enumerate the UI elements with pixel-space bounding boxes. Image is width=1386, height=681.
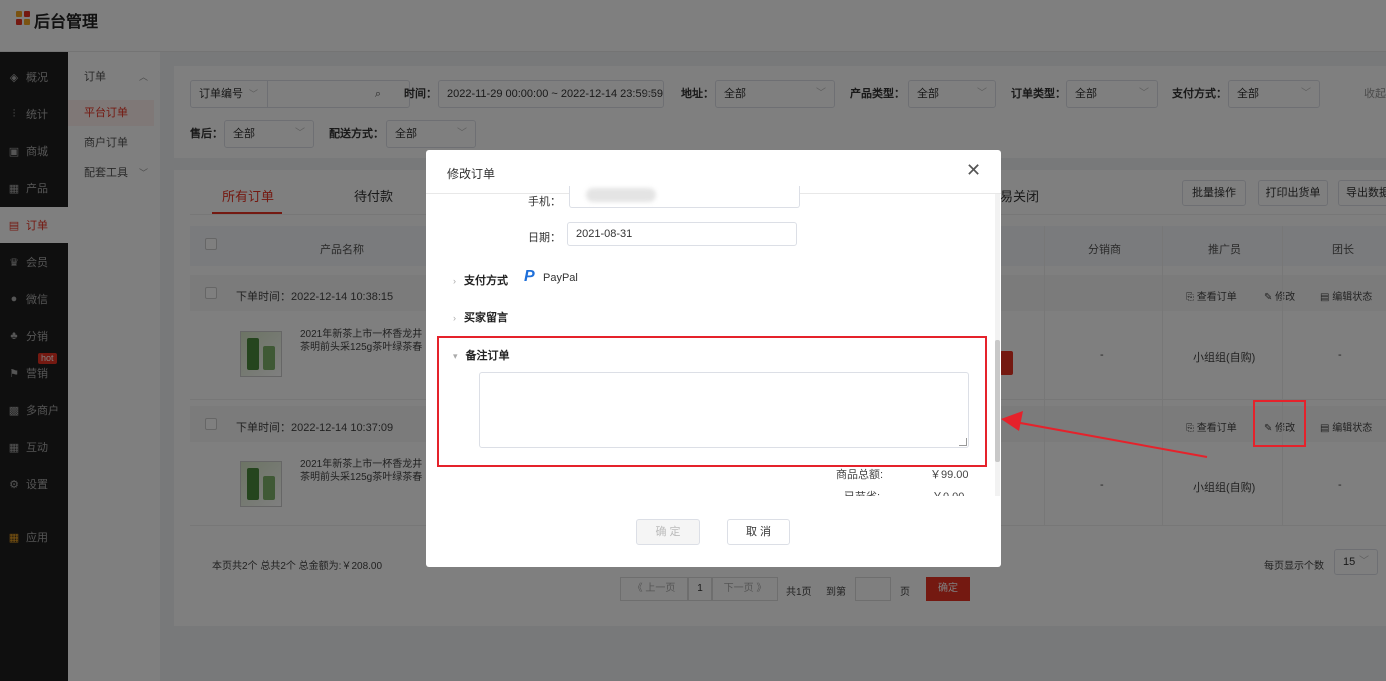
annotation-arrow	[1001, 411, 1208, 458]
date-label: 日期：	[528, 232, 561, 244]
pay-method-section[interactable]: › 支付方式	[453, 272, 508, 288]
chevron-right-icon: ›	[453, 313, 456, 323]
paypal-icon: P	[524, 268, 535, 285]
total-value: ￥99.00	[930, 469, 969, 481]
pay-method-value: PayPal	[543, 272, 578, 284]
modal-title: 修改订单	[447, 167, 496, 181]
phone-label: 手机：	[528, 196, 561, 208]
phone-field[interactable]	[569, 186, 800, 208]
discount-value: ￥0.00	[932, 488, 964, 496]
close-icon[interactable]: ✕	[966, 160, 981, 181]
highlight-box-remark	[437, 336, 987, 467]
highlight-box-edit	[1253, 400, 1306, 447]
buyer-message-section[interactable]: › 买家留言	[453, 309, 508, 325]
date-field[interactable]: 2021-08-31	[567, 222, 797, 246]
discount-label: 已节省:	[844, 488, 880, 496]
phone-value-redacted	[586, 188, 656, 202]
chevron-right-icon: ›	[453, 276, 456, 286]
confirm-button[interactable]: 确 定	[636, 519, 700, 545]
discount-row-clipped: 已节省: ￥0.00	[426, 484, 996, 496]
total-label: 商品总额:	[836, 469, 884, 481]
cancel-button[interactable]: 取 消	[727, 519, 790, 545]
